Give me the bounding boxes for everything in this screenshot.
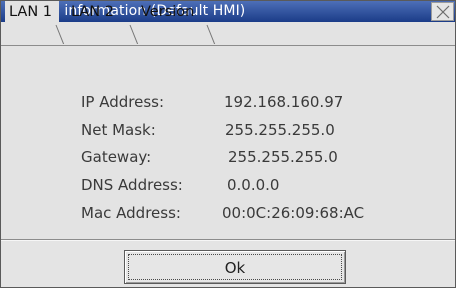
net-mask-label: Net Mask: bbox=[81, 121, 156, 139]
tab-label: Version bbox=[141, 4, 195, 20]
tab-label: LAN 1 bbox=[9, 4, 53, 20]
mac-address-value: 00:0C:26:09:68:AC bbox=[222, 204, 365, 222]
close-icon bbox=[436, 5, 450, 19]
dns-address-value: 0.0.0.0 bbox=[227, 176, 280, 194]
mac-address-label: Mac Address: bbox=[81, 204, 181, 222]
gateway-value: 255.255.255.0 bbox=[228, 148, 338, 166]
net-mask-value: 255.255.255.0 bbox=[225, 121, 335, 139]
tab-separator bbox=[206, 24, 216, 44]
tab-label: LAN 2 bbox=[71, 4, 115, 20]
ip-address-label: IP Address: bbox=[81, 93, 165, 111]
tab-version[interactable]: Version bbox=[137, 1, 211, 24]
gateway-label: Gateway: bbox=[81, 148, 152, 166]
system-information-dialog: System information (Default HMI) LAN 1 L… bbox=[0, 0, 456, 288]
ok-button-label: Ok bbox=[224, 259, 246, 277]
ok-button[interactable]: Ok bbox=[124, 250, 346, 284]
tab-separator bbox=[129, 24, 139, 44]
dns-address-label: DNS Address: bbox=[81, 176, 183, 194]
ip-address-value: 192.168.160.97 bbox=[224, 93, 344, 111]
tab-lan-1[interactable]: LAN 1 bbox=[5, 1, 59, 24]
tab-bar-divider bbox=[1, 45, 455, 46]
tab-separator bbox=[55, 24, 65, 44]
tab-lan-2[interactable]: LAN 2 bbox=[67, 1, 131, 24]
close-button[interactable] bbox=[431, 2, 454, 21]
